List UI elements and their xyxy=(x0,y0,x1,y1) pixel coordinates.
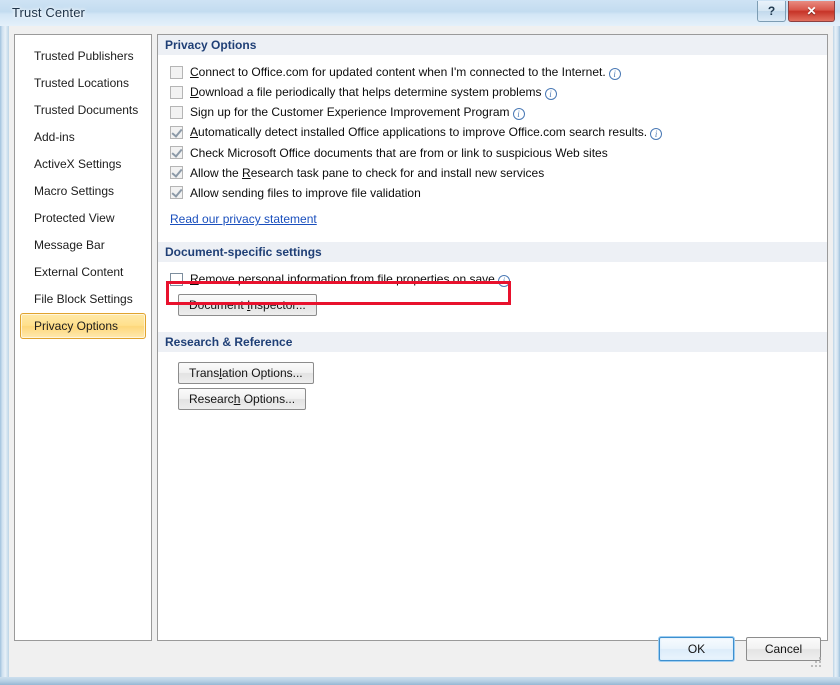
checkbox-row-check-suspicious-web-sites[interactable]: Check Microsoft Office documents that ar… xyxy=(170,143,827,162)
section-heading-research-reference: Research & Reference xyxy=(158,332,827,352)
research-options-button[interactable]: Research Options... xyxy=(178,388,307,410)
checkbox-label-allow-sending-files: Allow sending files to improve file vali… xyxy=(190,185,421,200)
info-icon[interactable]: i xyxy=(544,88,557,100)
checkbox-connect-office-com[interactable] xyxy=(170,66,183,79)
sidebar-item-message-bar[interactable]: Message Bar xyxy=(20,232,146,259)
ok-button[interactable]: OK xyxy=(659,637,734,661)
window-title: Trust Center xyxy=(12,5,85,20)
translation-options-button[interactable]: Translation Options... xyxy=(178,362,314,384)
checkbox-check-suspicious-web-sites[interactable] xyxy=(170,146,183,159)
checkbox-row-download-file-periodically[interactable]: Download a file periodically that helps … xyxy=(170,83,827,102)
checkbox-label-download-file-periodically: Download a file periodically that helps … xyxy=(190,85,557,100)
sidebar: Trusted Publishers Trusted Locations Tru… xyxy=(14,34,152,641)
section-heading-privacy-options: Privacy Options xyxy=(158,35,827,55)
trust-center-window: Trust Center ? ✕ Trusted Publishers Trus… xyxy=(0,0,840,685)
checkbox-row-connect-office-com[interactable]: Connect to Office.com for updated conten… xyxy=(170,63,827,82)
dialog-body: Trusted Publishers Trusted Locations Tru… xyxy=(9,26,833,677)
close-icon[interactable]: ✕ xyxy=(788,1,835,22)
checkbox-auto-detect-office-apps[interactable] xyxy=(170,126,183,139)
sidebar-item-trusted-publishers[interactable]: Trusted Publishers xyxy=(20,43,146,70)
checkbox-label-connect-office-com: Connect to Office.com for updated conten… xyxy=(190,65,621,80)
title-bar[interactable]: Trust Center ? ✕ xyxy=(0,0,840,26)
checkbox-remove-personal-information[interactable] xyxy=(170,273,183,286)
checkbox-row-allow-sending-files[interactable]: Allow sending files to improve file vali… xyxy=(170,183,827,202)
sidebar-item-trusted-locations[interactable]: Trusted Locations xyxy=(20,70,146,97)
sidebar-item-activex-settings[interactable]: ActiveX Settings xyxy=(20,151,146,178)
dialog-footer: OK Cancel xyxy=(659,637,821,661)
help-icon[interactable]: ? xyxy=(757,1,786,22)
document-inspector-button[interactable]: Document Inspector... xyxy=(178,294,317,316)
resize-grip[interactable] xyxy=(811,655,823,667)
sidebar-item-privacy-options[interactable]: Privacy Options xyxy=(20,313,146,339)
privacy-statement-link[interactable]: Read our privacy statement xyxy=(170,212,317,226)
checkbox-row-research-task-pane[interactable]: Allow the Research task pane to check fo… xyxy=(170,163,827,182)
checkbox-label-auto-detect-office-apps: Automatically detect installed Office ap… xyxy=(190,125,663,140)
info-icon[interactable]: i xyxy=(497,275,510,287)
checkbox-label-research-task-pane: Allow the Research task pane to check fo… xyxy=(190,165,545,180)
sidebar-item-protected-view[interactable]: Protected View xyxy=(20,205,146,232)
checkbox-research-task-pane[interactable] xyxy=(170,166,183,179)
info-icon[interactable]: i xyxy=(608,68,621,80)
window-border-right xyxy=(833,0,840,685)
checkbox-row-remove-personal-information[interactable]: Remove personal information from file pr… xyxy=(170,270,827,289)
info-icon[interactable]: i xyxy=(512,108,525,120)
info-icon[interactable]: i xyxy=(650,128,663,140)
privacy-options-body: Connect to Office.com for updated conten… xyxy=(158,55,827,226)
checkbox-label-remove-personal-information: Remove personal information from file pr… xyxy=(190,272,510,287)
checkbox-download-file-periodically[interactable] xyxy=(170,86,183,99)
window-border-left xyxy=(0,0,9,685)
sidebar-item-file-block-settings[interactable]: File Block Settings xyxy=(20,286,146,313)
sidebar-item-external-content[interactable]: External Content xyxy=(20,259,146,286)
sidebar-item-trusted-documents[interactable]: Trusted Documents xyxy=(20,97,146,124)
window-controls: ? ✕ xyxy=(757,1,835,22)
window-border-bottom xyxy=(0,677,840,685)
checkbox-label-customer-experience-program: Sign up for the Customer Experience Impr… xyxy=(190,105,525,120)
section-heading-document-specific-settings: Document-specific settings xyxy=(158,242,827,262)
sidebar-item-add-ins[interactable]: Add-ins xyxy=(20,124,146,151)
document-specific-body: Remove personal information from file pr… xyxy=(158,262,827,316)
checkbox-row-customer-experience-program[interactable]: Sign up for the Customer Experience Impr… xyxy=(170,103,827,122)
checkbox-customer-experience-program[interactable] xyxy=(170,106,183,119)
research-reference-body: Translation Options... Research Options.… xyxy=(158,352,827,410)
content-panel: Privacy Options Connect to Office.com fo… xyxy=(157,34,828,641)
checkbox-row-auto-detect-office-apps[interactable]: Automatically detect installed Office ap… xyxy=(170,123,827,142)
checkbox-allow-sending-files[interactable] xyxy=(170,186,183,199)
cancel-button[interactable]: Cancel xyxy=(746,637,821,661)
checkbox-label-check-suspicious-web-sites: Check Microsoft Office documents that ar… xyxy=(190,145,608,160)
sidebar-item-macro-settings[interactable]: Macro Settings xyxy=(20,178,146,205)
